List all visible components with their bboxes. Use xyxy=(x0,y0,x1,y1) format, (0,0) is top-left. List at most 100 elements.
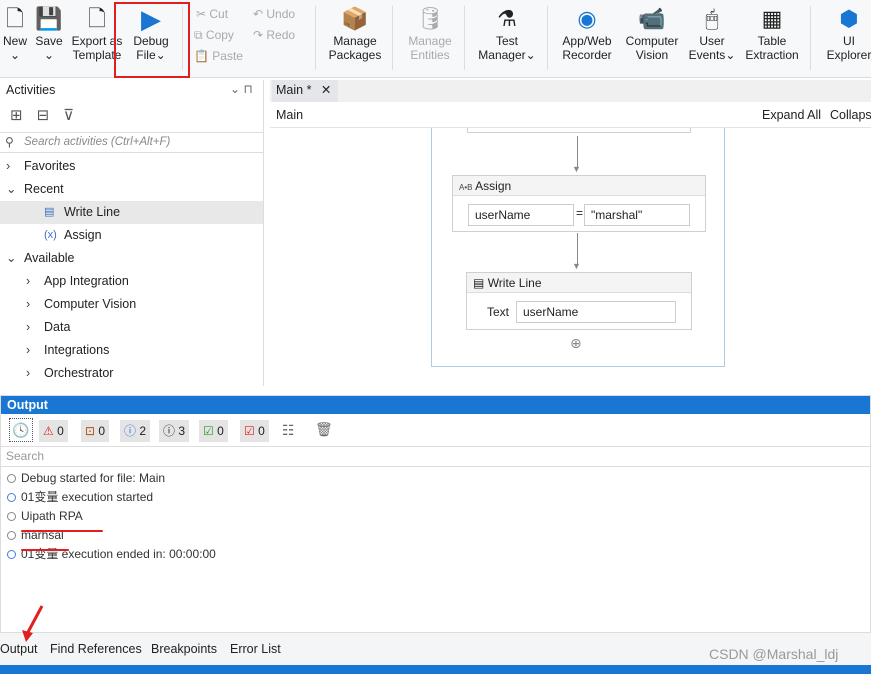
tree-item[interactable]: ⌄ Recent xyxy=(0,178,263,201)
tree-item[interactable]: (x) Assign xyxy=(0,224,263,247)
activity-icon: (x) xyxy=(44,229,57,241)
red-underline xyxy=(21,530,103,532)
trash-icon[interactable]: 🗑 xyxy=(315,421,333,438)
activities-search[interactable]: ⚲ Search activities (Ctrl+Alt+F) xyxy=(0,132,263,153)
collapse-all-button[interactable]: Collaps xyxy=(830,104,871,126)
save-button[interactable]: 💾 Save ⌄ xyxy=(34,4,64,63)
test-manager-button[interactable]: ⚗ Test Manager⌄ xyxy=(474,4,540,63)
tree-item[interactable]: ⌄ Available xyxy=(0,247,263,270)
redo-button[interactable]: ↷ Redo xyxy=(253,28,295,42)
list-options-icon[interactable]: ☷ xyxy=(282,422,295,439)
divider xyxy=(810,6,811,70)
assign-value-field[interactable]: "marshal" xyxy=(584,204,690,226)
chevron-right-icon[interactable]: › xyxy=(26,270,30,293)
ui-explorer-button[interactable]: ⬢ UI Explorer xyxy=(822,4,871,63)
panel-options-icon[interactable]: ⌄ ⊓ xyxy=(230,82,253,96)
text-field[interactable]: userName xyxy=(516,301,676,323)
bottom-tab[interactable]: Find References xyxy=(50,642,142,656)
chevron-down-icon[interactable]: ⌄ xyxy=(6,178,16,201)
panel-title: Activities xyxy=(6,83,56,97)
chevron-right-icon[interactable]: › xyxy=(26,293,30,316)
divider xyxy=(315,6,316,70)
panel-title: Output xyxy=(1,396,870,414)
expand-collapse-filter-icons[interactable]: ⊞⊟⊽ xyxy=(10,106,88,124)
tree-item[interactable]: ▤ Write Line xyxy=(0,201,263,224)
activities-panel: Activities ⌄ ⊓ ⊞⊟⊽ ⚲ Search activities (… xyxy=(0,80,264,386)
cut-button[interactable]: ✂ Cut xyxy=(196,7,228,21)
assign-to-field[interactable]: userName xyxy=(468,204,574,226)
chevron-right-icon[interactable]: › xyxy=(26,316,30,339)
breadcrumb[interactable]: Main xyxy=(276,104,303,126)
database-icon: 🛢 xyxy=(416,6,444,31)
bottom-tab[interactable]: Error List xyxy=(230,642,281,656)
divider xyxy=(464,6,465,70)
write-line-icon: ▤ xyxy=(473,276,485,290)
add-activity-icon[interactable]: ⊕ xyxy=(570,335,582,352)
debug-file-button[interactable]: ▶ Debug File⌄ xyxy=(128,4,174,62)
output-panel: Output 🕓 ⚠ 0 ⊡ 0 ⓘ 2 ⓘ 3 ☑ 0 ☑ 0 ☷ 🗑 Sea… xyxy=(0,395,871,633)
manage-packages-button[interactable]: 📦 Manage Packages xyxy=(326,4,384,63)
red-arrow-annotation xyxy=(22,605,44,642)
status-bar xyxy=(0,665,871,674)
red-underline xyxy=(21,549,69,551)
tree-item[interactable]: › Orchestrator xyxy=(0,362,263,385)
tree-item[interactable]: › Data xyxy=(0,316,263,339)
close-icon[interactable]: ✕ xyxy=(321,83,331,97)
filter-errors[interactable]: ⚠ 0 xyxy=(39,420,68,442)
table-icon: ▦ xyxy=(761,6,783,31)
log-line[interactable]: Debug started for file: Main xyxy=(7,470,165,486)
log-line[interactable]: Uipath RPA xyxy=(7,508,83,524)
camera-icon: 📹 xyxy=(638,6,666,31)
new-file-icon: 🗋 xyxy=(6,6,24,31)
divider xyxy=(392,6,393,70)
activity-icon: ▤ xyxy=(44,206,55,218)
write-line-activity[interactable]: ▤ Write Line Text userName xyxy=(466,272,692,330)
tree-item[interactable]: › Computer Vision xyxy=(0,293,263,316)
bottom-tab[interactable]: Breakpoints xyxy=(151,642,217,656)
computer-vision-button[interactable]: 📹 Computer Vision xyxy=(622,4,682,63)
user-events-button[interactable]: 🖱 User Events⌄ xyxy=(688,4,736,63)
output-search[interactable]: Search xyxy=(1,446,870,467)
expand-all-button[interactable]: Expand All xyxy=(762,104,821,126)
filter-fail[interactable]: ☑ 0 xyxy=(240,420,269,442)
assign-activity[interactable]: A•B Assign userName = "marshal" xyxy=(452,175,706,232)
manage-entities-button[interactable]: 🛢 Manage Entities xyxy=(402,4,458,63)
trace-icon xyxy=(7,531,16,540)
watermark: CSDN @Marshal_ldj xyxy=(709,646,839,662)
paste-button[interactable]: 📋 Paste xyxy=(194,49,243,63)
bottom-tab[interactable]: Output xyxy=(0,642,38,656)
flask-icon: ⚗ xyxy=(497,6,517,31)
arrow-icon: ▼ xyxy=(572,164,581,174)
package-icon: 📦 xyxy=(341,6,369,31)
info-icon xyxy=(7,550,16,559)
search-icon: ⚲ xyxy=(5,135,14,149)
copy-button[interactable]: ⧉ Copy xyxy=(194,28,234,43)
designer-panel: Main * ✕ Main Expand All Collaps ▼ A•B A… xyxy=(270,80,871,386)
log-line[interactable]: 01变量 execution started xyxy=(7,489,153,505)
filter-trace[interactable]: ⓘ 3 xyxy=(159,420,190,442)
recorder-button[interactable]: ◉ App/Web Recorder xyxy=(558,4,616,63)
assign-icon: A•B xyxy=(459,183,473,192)
save-icon: 💾 xyxy=(35,6,63,31)
tree-item[interactable]: › Integrations xyxy=(0,339,263,362)
sequence-container: ▼ A•B Assign userName = "marshal" ▼ ▤ Wr… xyxy=(431,128,725,367)
chevron-down-icon[interactable]: ⌄ xyxy=(6,247,16,270)
trace-icon xyxy=(7,512,16,521)
filter-info[interactable]: ⓘ 2 xyxy=(120,420,151,442)
table-extraction-button[interactable]: ▦ Table Extraction xyxy=(742,4,802,63)
timestamp-toggle[interactable]: 🕓 xyxy=(9,418,33,442)
divider xyxy=(547,6,548,70)
tab-main[interactable]: Main * ✕ xyxy=(272,80,338,102)
filter-warnings[interactable]: ⊡ 0 xyxy=(81,420,110,442)
ui-explorer-icon: ⬢ xyxy=(839,6,859,31)
ribbon-toolbar: 🗋 New ⌄ 💾 Save ⌄ 🗋 Export as Template ▶ Debug Fi… xyxy=(0,0,871,78)
new-button[interactable]: 🗋 New ⌄ xyxy=(2,4,28,63)
chevron-right-icon[interactable]: › xyxy=(26,362,30,385)
tree-item[interactable]: › App Integration xyxy=(0,270,263,293)
chevron-right-icon[interactable]: › xyxy=(6,155,10,178)
trace-icon xyxy=(7,474,16,483)
filter-success[interactable]: ☑ 0 xyxy=(199,420,228,442)
undo-button[interactable]: ↶ Undo xyxy=(253,7,295,21)
chevron-right-icon[interactable]: › xyxy=(26,339,30,362)
tree-item[interactable]: › Favorites xyxy=(0,155,263,178)
